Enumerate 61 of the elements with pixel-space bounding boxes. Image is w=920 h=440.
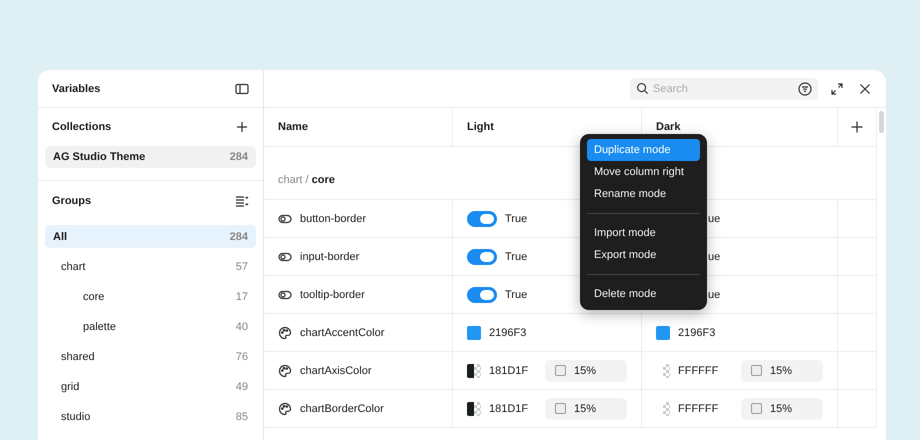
color-swatch[interactable] (467, 326, 481, 340)
variable-name: chartAccentColor (300, 326, 384, 338)
hex-value: FFFFFF (678, 364, 718, 376)
group-item[interactable]: chart 57 (45, 252, 256, 282)
plus-icon (850, 120, 864, 134)
menu-item[interactable]: Import mode (587, 222, 700, 244)
value-text: True (505, 288, 528, 300)
palette-icon (278, 364, 292, 378)
opacity-field[interactable]: 15% (741, 360, 823, 382)
group-item[interactable]: grid 49 (45, 372, 256, 402)
scrollbar[interactable] (879, 111, 884, 133)
opacity-field[interactable]: 15% (545, 398, 627, 420)
toggle-switch[interactable] (467, 210, 497, 226)
collection-item[interactable]: AG Studio Theme 284 (45, 146, 256, 168)
value-text: True (505, 250, 528, 262)
filter-icon (798, 82, 812, 96)
palette-icon (278, 326, 292, 340)
close-icon (858, 82, 872, 96)
variable-name: input-border (300, 250, 360, 262)
hex-value: 2196F3 (678, 326, 716, 338)
color-swatch[interactable] (467, 364, 481, 378)
value-text: True (505, 212, 528, 224)
group-item[interactable]: All 284 (45, 225, 256, 248)
variable-name: chartBorderColor (300, 402, 384, 414)
group-item[interactable]: shared 76 (45, 342, 256, 372)
variable-name: chartAxisColor (300, 364, 372, 376)
plus-icon (235, 120, 249, 134)
color-swatch[interactable] (656, 326, 670, 340)
value-text: ue (708, 250, 720, 262)
group-path: chart / core (278, 174, 335, 186)
list-collapse-icon (235, 194, 249, 208)
search-icon (636, 82, 649, 94)
toggle-switch[interactable] (467, 248, 497, 264)
variable-name: tooltip-border (300, 288, 365, 300)
group-item[interactable]: core 17 (45, 282, 256, 312)
value-text: ue (708, 212, 720, 224)
panel-title: Variables (52, 82, 100, 94)
menu-item[interactable]: Delete mode (587, 283, 700, 305)
toggle-switch[interactable] (467, 286, 497, 302)
section-title: Groups (52, 195, 92, 207)
group-item[interactable]: studio 85 (45, 402, 256, 432)
column-header[interactable]: Name (264, 108, 453, 147)
search-field[interactable]: Search (630, 78, 818, 100)
sidebar-icon (235, 82, 249, 96)
section-title: Collections (52, 121, 112, 133)
group-item[interactable]: palette 40 (45, 312, 256, 342)
menu-item[interactable]: Export mode (587, 244, 700, 266)
filter-button[interactable] (796, 80, 814, 98)
menu-item[interactable]: Rename mode (587, 183, 700, 205)
hex-value: 181D1F (489, 364, 528, 376)
variable-name: button-border (300, 212, 366, 224)
menu-item[interactable]: Move column right (587, 161, 700, 183)
hex-value: FFFFFF (678, 402, 718, 414)
color-swatch[interactable] (467, 402, 481, 416)
hex-value: 2196F3 (489, 326, 526, 338)
expand-icon (830, 82, 844, 96)
value-text: ue (708, 288, 720, 300)
opacity-field[interactable]: 15% (545, 360, 627, 382)
hex-value: 181D1F (489, 402, 528, 414)
palette-icon (278, 402, 292, 416)
opacity-field[interactable]: 15% (741, 398, 823, 420)
